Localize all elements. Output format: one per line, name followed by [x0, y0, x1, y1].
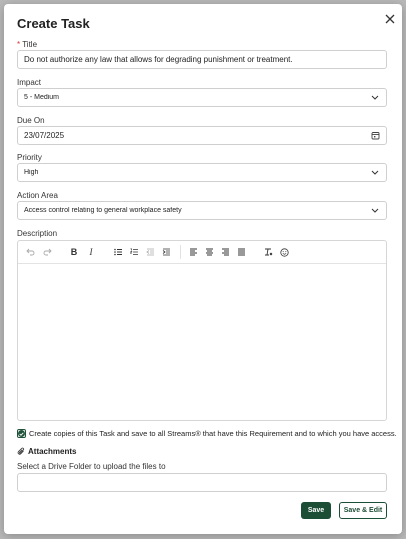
title-value: Do not authorize any law that allows for… [24, 55, 293, 64]
create-copies-label: Create copies of this Task and save to a… [29, 429, 397, 438]
drive-folder-label: Select a Drive Folder to upload the file… [17, 462, 166, 471]
align-left-icon [189, 248, 197, 256]
priority-label: Priority [17, 153, 42, 162]
bold-icon: B [70, 247, 78, 257]
outdent-button[interactable] [144, 246, 156, 258]
align-left-button[interactable] [187, 246, 199, 258]
close-icon [385, 14, 395, 24]
editor-toolbar: B I [18, 241, 386, 264]
calendar-icon[interactable] [370, 131, 380, 141]
priority-value: High [24, 169, 39, 176]
attachments-heading: Attachments [17, 447, 76, 456]
chevron-down-icon [370, 206, 380, 216]
undo-icon [25, 248, 34, 256]
align-right-button[interactable] [219, 246, 231, 258]
action-area-select[interactable]: Access control relating to general workp… [17, 201, 387, 220]
justify-button[interactable] [235, 246, 247, 258]
required-mark: * [17, 40, 21, 49]
impact-value: 5 - Medium [24, 94, 60, 101]
description-textarea[interactable] [18, 264, 386, 420]
description-label: Description [17, 229, 58, 238]
redo-icon [43, 248, 52, 256]
outdent-icon [145, 248, 154, 256]
emoji-button[interactable] [278, 246, 290, 258]
bullet-list-icon [113, 248, 122, 256]
impact-select[interactable]: 5 - Medium [17, 88, 387, 107]
save-button[interactable]: Save [301, 502, 331, 519]
bold-button[interactable]: B [68, 246, 80, 258]
description-editor: B I [17, 240, 387, 421]
toolbar-divider [180, 245, 181, 259]
paperclip-icon [17, 447, 25, 456]
chevron-down-icon [370, 168, 380, 178]
bullet-list-button[interactable] [112, 246, 124, 258]
due-on-input[interactable]: 23/07/2025 [17, 126, 387, 145]
undo-button[interactable] [24, 246, 36, 258]
action-area-value: Access control relating to general workp… [24, 207, 182, 214]
redo-button[interactable] [41, 246, 53, 258]
due-on-value: 23/07/2025 [24, 131, 65, 140]
title-input[interactable]: Do not authorize any law that allows for… [17, 50, 387, 69]
clear-format-icon [264, 248, 272, 256]
create-copies-checkbox[interactable] [17, 429, 26, 438]
create-copies-row: Create copies of this Task and save to a… [17, 429, 397, 438]
align-center-button[interactable] [203, 246, 215, 258]
title-label: * Title [17, 40, 37, 49]
indent-button[interactable] [160, 246, 172, 258]
due-on-label: Due On [17, 116, 45, 125]
create-task-dialog: Create Task * Title Do not authorize any… [4, 4, 402, 534]
numbered-list-button[interactable] [128, 246, 140, 258]
clear-format-button[interactable] [262, 246, 274, 258]
impact-label: Impact [17, 78, 42, 87]
align-right-icon [221, 248, 229, 256]
drive-folder-input[interactable] [17, 473, 387, 492]
save-and-edit-button[interactable]: Save & Edit [339, 502, 387, 519]
action-area-label: Action Area [17, 191, 58, 200]
indent-icon [162, 248, 170, 256]
emoji-icon [279, 247, 289, 257]
close-button[interactable] [382, 11, 398, 27]
italic-button[interactable]: I [85, 246, 97, 258]
dialog-title: Create Task [17, 16, 90, 31]
check-icon [18, 430, 25, 437]
priority-select[interactable]: High [17, 163, 387, 182]
align-center-icon [205, 248, 213, 256]
chevron-down-icon [370, 93, 380, 103]
attachments-heading-text: Attachments [28, 447, 77, 456]
italic-icon: I [89, 247, 93, 257]
justify-icon [237, 248, 245, 256]
numbered-list-icon [129, 248, 138, 255]
title-label-text: Title [22, 40, 38, 49]
